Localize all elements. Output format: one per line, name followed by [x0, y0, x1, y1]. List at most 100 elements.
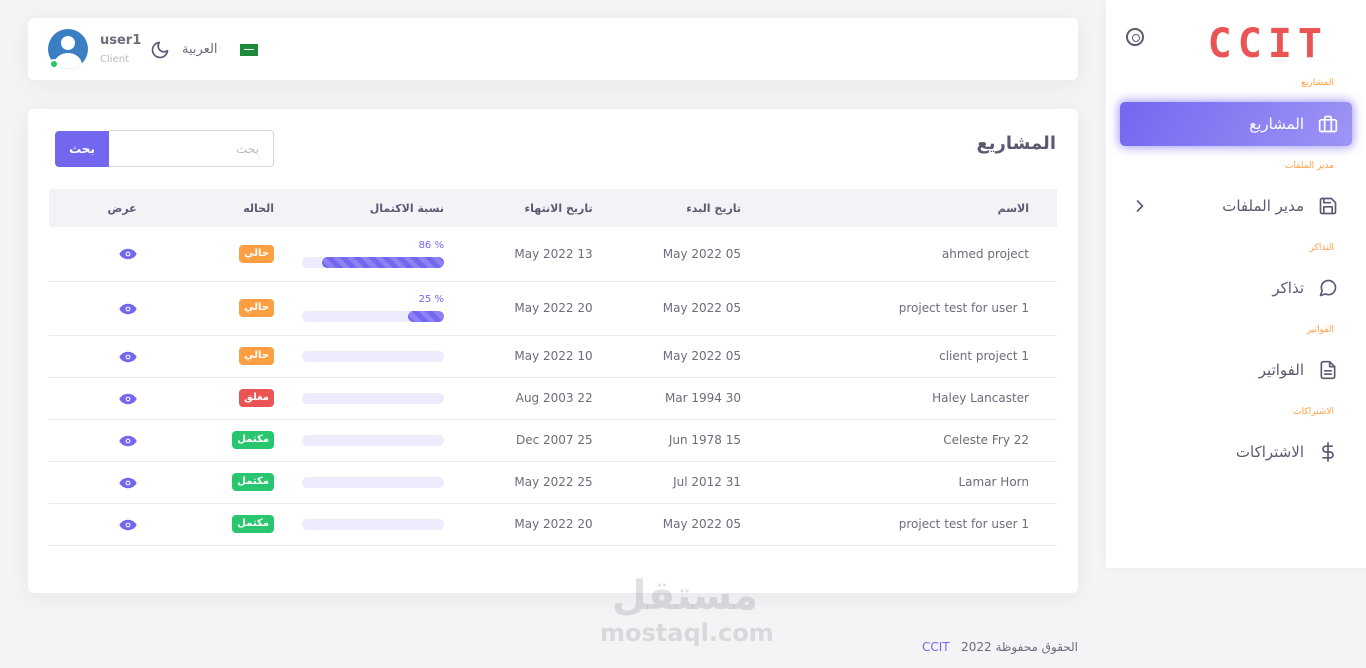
view-cell	[49, 503, 165, 546]
footer-brand-link[interactable]: CCIT	[922, 640, 950, 654]
eye-icon[interactable]	[119, 393, 137, 405]
sidebar-item-projects[interactable]: المشاريع	[1120, 102, 1352, 146]
status-badge: حالي	[239, 244, 274, 263]
progress-bar: 86 %	[301, 240, 444, 268]
page-title: المشاريع	[976, 133, 1057, 154]
status-badge: حالي	[239, 347, 274, 365]
progress-bar: 25 %	[301, 294, 444, 322]
progress-track	[301, 256, 444, 268]
progress-bar	[301, 350, 444, 362]
sidebar: CCIT المشاريع المشاريع مدير الملفات مدير…	[1106, 0, 1366, 568]
eye-icon[interactable]	[119, 303, 137, 315]
table-row: Celeste Fry 22 15 Jun 1978 25 Dec 2007 مكتم…	[49, 419, 1057, 462]
column-header-status[interactable]: الحاله	[165, 189, 302, 227]
table-row: client project 1 05 May 2022 10 May 2022 حا…	[49, 335, 1057, 378]
watermark-latin: mostaql.com	[600, 619, 774, 647]
status-cell: مكتمل	[164, 461, 302, 504]
status-cell: حالي	[164, 227, 302, 282]
briefcase-icon	[1318, 115, 1338, 133]
sidebar-item-label: مدير الملفات	[1222, 197, 1304, 215]
eye-icon[interactable]	[119, 351, 137, 363]
start-date: 05 May 2022	[620, 335, 770, 378]
projects-card: المشاريع بحث الاسم تاريخ البدء تاريخ الا…	[28, 109, 1078, 593]
project-name: ahmed project	[769, 227, 1057, 282]
message-circle-icon	[1319, 279, 1337, 297]
sidebar-item-label: الاشتراكات	[1235, 443, 1304, 461]
progress-bar	[301, 476, 444, 488]
column-header-progress[interactable]: نسبة الاكتمال	[302, 189, 472, 227]
chevron-right-icon[interactable]	[1130, 196, 1150, 216]
section-header-invoices: الفواتير	[1306, 325, 1334, 335]
column-header-start-date[interactable]: تاريخ البدء	[621, 189, 769, 227]
project-name: Lamar Horn	[769, 461, 1057, 504]
progress-track	[301, 393, 444, 404]
sidebar-item-subscriptions[interactable]: الاشتراكات	[1120, 430, 1352, 474]
start-date: 31 Jul 2012	[620, 461, 770, 504]
footer: الحقوق محفوظة CCIT 2022	[922, 640, 1078, 654]
sidebar-item-label: الفواتير	[1258, 361, 1304, 379]
sidebar-item-tickets[interactable]: تذاكر	[1120, 266, 1352, 310]
status-badge: مكتمل	[232, 431, 274, 449]
progress-label: 25 %	[418, 294, 444, 305]
progress-bar	[301, 518, 444, 530]
column-header-view: عرض	[107, 201, 137, 215]
progress-track	[301, 477, 444, 488]
progress-bar	[301, 392, 444, 404]
progress-cell	[301, 461, 472, 504]
table-row: Lamar Horn 31 Jul 2012 25 May 2022 مكتمل	[49, 461, 1057, 504]
progress-cell	[301, 335, 472, 378]
project-name: Celeste Fry 22	[769, 419, 1057, 462]
section-header-files: مدير الملفات	[1284, 161, 1334, 171]
end-date: 25 May 2022	[471, 461, 621, 504]
eye-icon[interactable]	[119, 519, 137, 531]
progress-track	[301, 351, 444, 362]
table-header-row: الاسم تاريخ البدء تاريخ الانتهاء نسبة ال…	[49, 189, 1057, 227]
progress-track	[301, 519, 444, 530]
status-cell: مغلق	[164, 377, 302, 420]
language-switcher[interactable]: العربية	[182, 42, 218, 57]
eye-icon[interactable]	[119, 248, 137, 260]
user-role: Client	[100, 54, 129, 65]
collapse-toggle-icon[interactable]	[1126, 28, 1144, 46]
projects-table: الاسم تاريخ البدء تاريخ الانتهاء نسبة ال…	[49, 189, 1057, 546]
saudi-flag-icon[interactable]	[240, 44, 258, 56]
search-input[interactable]	[109, 130, 274, 167]
search-button[interactable]: بحث	[55, 131, 109, 167]
view-cell	[49, 419, 165, 462]
progress-cell	[301, 419, 472, 462]
status-cell: حالي	[164, 335, 302, 378]
dollar-icon	[1322, 442, 1334, 462]
column-header-end-date[interactable]: تاريخ الانتهاء	[472, 189, 621, 227]
user-name[interactable]: user1	[100, 33, 141, 48]
status-cell: حالي	[164, 281, 302, 336]
section-header-tickets: التذاكر	[1309, 243, 1334, 253]
watermark-arabic: مستقل	[611, 573, 759, 619]
sidebar-item-file-manager[interactable]: مدير الملفات	[1120, 184, 1352, 228]
sidebar-item-label: المشاريع	[1249, 115, 1304, 133]
project-name: project test for user 1	[769, 503, 1057, 546]
file-text-icon	[1320, 360, 1336, 380]
end-date: 13 May 2022	[471, 227, 621, 282]
brand-logo[interactable]: CCIT	[1208, 22, 1328, 66]
footer-year: 2022	[961, 640, 992, 654]
start-date: 05 May 2022	[620, 281, 770, 336]
end-date: 20 May 2022	[471, 281, 621, 336]
section-header-subscriptions: الاشتراكات	[1293, 407, 1334, 417]
sidebar-item-label: تذاكر	[1272, 279, 1304, 297]
save-icon	[1319, 197, 1337, 215]
progress-cell	[301, 503, 472, 546]
online-status-dot	[49, 59, 59, 69]
start-date: 15 Jun 1978	[620, 419, 770, 462]
status-badge: حالي	[239, 299, 274, 317]
progress-fill	[408, 311, 444, 322]
progress-fill	[321, 256, 444, 268]
status-cell: مكتمل	[164, 503, 302, 546]
progress-track	[301, 311, 444, 322]
column-header-name[interactable]: الاسم	[769, 189, 1057, 227]
eye-icon[interactable]	[119, 477, 137, 489]
end-date: 22 Aug 2003	[471, 377, 621, 420]
sidebar-item-invoices[interactable]: الفواتير	[1120, 348, 1352, 392]
eye-icon[interactable]	[119, 435, 137, 447]
moon-icon[interactable]	[150, 40, 170, 60]
table-row: Haley Lancaster 30 Mar 1994 22 Aug 2003 مغل…	[49, 377, 1057, 420]
